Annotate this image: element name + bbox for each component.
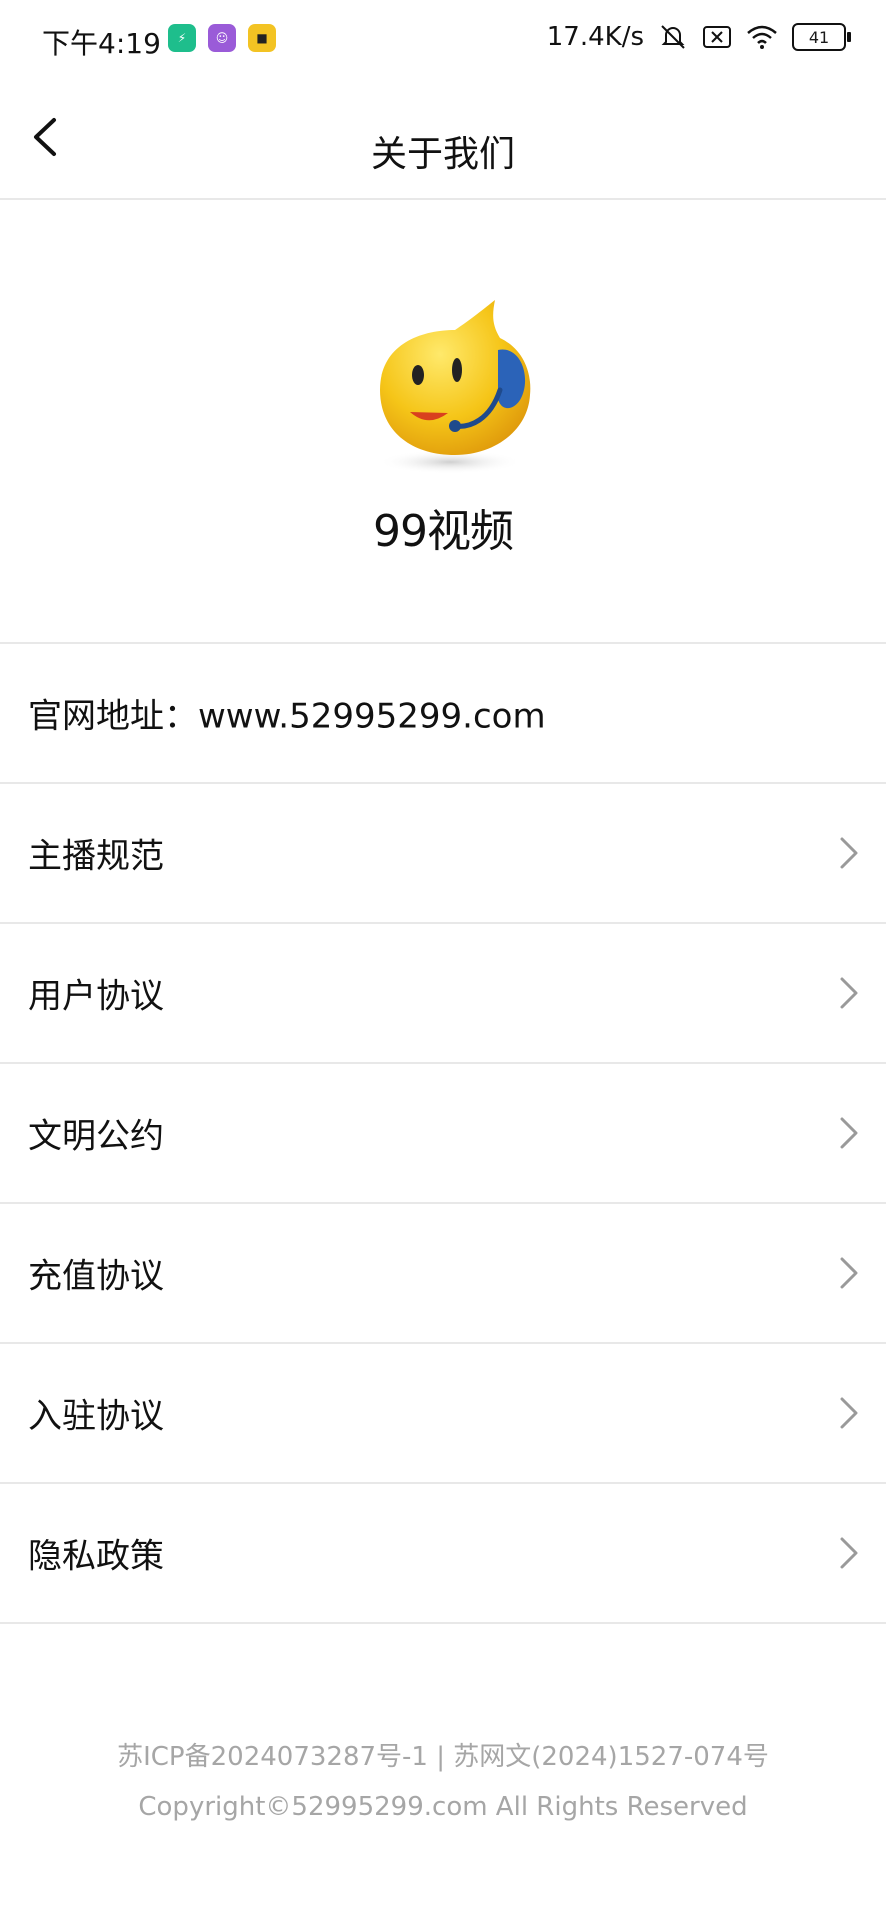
network-speed: 17.4K/s (546, 22, 644, 52)
shield-app-icon: ⚡ (168, 24, 196, 52)
chevron-right-icon (840, 1257, 858, 1289)
nav-header: 关于我们 (0, 80, 886, 200)
sim-off-icon (702, 25, 732, 49)
battery-icon: 41 (792, 23, 851, 51)
menu-item-user-agreement[interactable]: 用户协议 (0, 924, 886, 1064)
bell-muted-icon (658, 22, 688, 52)
status-time: 下午4:19 (42, 27, 161, 60)
menu-item-label: 充值协议 (28, 1256, 164, 1297)
shop-app-icon: ■ (248, 24, 276, 52)
chevron-right-icon (840, 977, 858, 1009)
menu-item-recharge-agreement[interactable]: 充值协议 (0, 1204, 886, 1344)
app-info-section: 99视频 (0, 200, 886, 644)
menu-item-label: 文明公约 (28, 1116, 164, 1157)
chevron-right-icon (840, 837, 858, 869)
page-title: 关于我们 (370, 134, 515, 175)
website-row: 官网地址：www.52995299.com (0, 644, 886, 784)
app-name: 99视频 (373, 506, 514, 557)
avatar-app-icon: ☺ (208, 24, 236, 52)
menu-item-label: 隐私政策 (28, 1536, 164, 1577)
menu-item-civility-convention[interactable]: 文明公约 (0, 1064, 886, 1204)
copyright-text: Copyright©52995299.com All Rights Reserv… (138, 1792, 748, 1822)
icp-license-text: 苏ICP备2024073287号-1 | 苏网文(2024)1527-074号 (117, 1742, 769, 1772)
wifi-icon (746, 24, 778, 50)
menu-item-label: 主播规范 (28, 836, 164, 877)
menu-item-privacy-policy[interactable]: 隐私政策 (0, 1484, 886, 1624)
status-app-icons: ⚡ ☺ ■ (168, 24, 276, 52)
chevron-right-icon (840, 1537, 858, 1569)
menu-item-label: 入驻协议 (28, 1396, 164, 1437)
website-label: 官网地址：www.52995299.com (28, 696, 546, 737)
chevron-right-icon (840, 1397, 858, 1429)
chevron-right-icon (840, 1117, 858, 1149)
status-bar: 下午4:19 ⚡ ☺ ■ 17.4K/s 41 (0, 0, 886, 80)
menu-item-label: 用户协议 (28, 976, 164, 1017)
menu-item-streamer-rules[interactable]: 主播规范 (0, 784, 886, 924)
menu-item-settlement-agreement[interactable]: 入驻协议 (0, 1344, 886, 1484)
smiley-headset-logo (378, 300, 531, 474)
